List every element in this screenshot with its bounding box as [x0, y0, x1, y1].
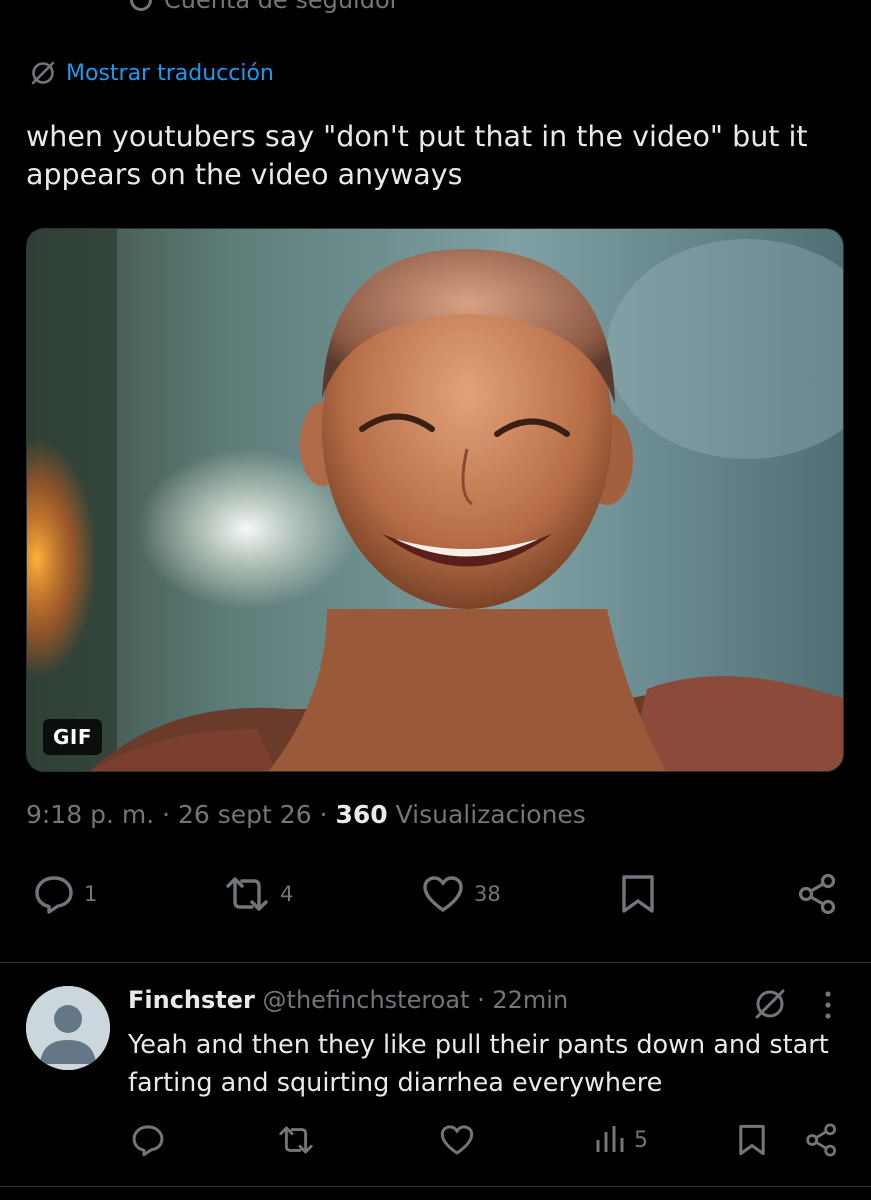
divider: [0, 1186, 871, 1187]
reply-reply-button[interactable]: [130, 1122, 166, 1158]
reply-icon: [132, 1125, 164, 1157]
reply-more-button[interactable]: [818, 988, 838, 1026]
reply-bookmark-button[interactable]: [736, 1122, 768, 1158]
reply-separator: ·: [469, 986, 493, 1014]
gif-badge: GIF: [43, 719, 103, 755]
reply-share-button[interactable]: [804, 1122, 840, 1158]
translate-icon: [31, 61, 55, 85]
tweet-media-gif[interactable]: GIF: [26, 228, 844, 772]
reply-icon: [35, 876, 73, 914]
reply-action-bar: 5: [0, 1122, 871, 1162]
show-translation-label: Mostrar traducción: [66, 60, 274, 86]
more-vertical-icon: [825, 991, 831, 1019]
bookmark-icon: [739, 1124, 765, 1156]
account-type-label: Cuenta de seguidor: [130, 0, 400, 14]
reply-author-name[interactable]: Finchster: [128, 986, 255, 1014]
share-icon: [806, 1123, 837, 1157]
translate-icon: [755, 989, 785, 1019]
share-icon: [798, 873, 836, 915]
repost-button[interactable]: 4: [222, 872, 293, 916]
heart-icon: [440, 1125, 474, 1155]
reply-views-button[interactable]: 5: [594, 1122, 648, 1158]
bookmark-button[interactable]: [618, 872, 658, 916]
like-count: 38: [474, 882, 501, 906]
tweet-action-bar: 1 4 38: [0, 872, 871, 928]
repost-count: 4: [280, 882, 294, 906]
account-icon: [130, 0, 152, 11]
reply-button[interactable]: 1: [32, 872, 97, 916]
reply-translate-button[interactable]: [752, 986, 788, 1026]
tweet-meta: 9:18 p. m. · 26 sept 26 · 360 Visualizac…: [26, 800, 586, 829]
reply-like-button[interactable]: [438, 1122, 476, 1158]
tweet-date: 26 sept 26: [178, 800, 312, 829]
bookmark-icon: [622, 875, 654, 913]
reply-time[interactable]: 22min: [492, 986, 568, 1014]
reply-views-count: 5: [634, 1127, 648, 1153]
tweet-text: when youtubers say "don't put that in th…: [26, 120, 808, 191]
views-label[interactable]: Visualizaciones: [388, 800, 586, 829]
reply-text: Yeah and then they like pull their pants…: [128, 1030, 829, 1098]
reply-count: 1: [84, 882, 98, 906]
analytics-icon: [596, 1126, 624, 1152]
like-button[interactable]: 38: [420, 872, 501, 916]
tweet-time: 9:18 p. m.: [26, 800, 155, 829]
avatar[interactable]: [26, 986, 110, 1070]
repost-icon: [279, 1126, 313, 1154]
repost-icon: [226, 877, 268, 911]
heart-icon: [423, 876, 463, 912]
reply-tweet[interactable]: Finchster @thefinchsteroat · 22min Yeah …: [0, 962, 871, 1200]
reply-header: Finchster @thefinchsteroat · 22min: [128, 986, 568, 1014]
share-button[interactable]: [796, 872, 840, 916]
views-count: 360: [335, 800, 388, 829]
account-type-text: Cuenta de seguidor: [164, 0, 400, 14]
meta-separator: ·: [311, 800, 336, 829]
reply-repost-button[interactable]: [276, 1122, 316, 1158]
meta-separator: ·: [154, 800, 178, 829]
show-translation-link[interactable]: Mostrar traducción: [30, 60, 274, 86]
gif-frame-image: [27, 229, 843, 771]
default-avatar-icon: [26, 986, 110, 1070]
reply-author-handle[interactable]: @thefinchsteroat: [263, 986, 470, 1014]
